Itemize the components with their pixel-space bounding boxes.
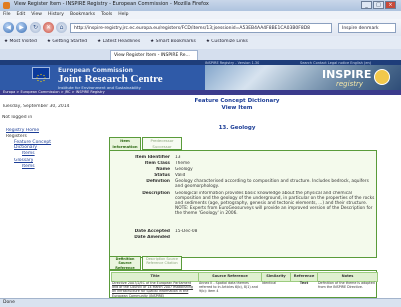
- field-value: Geology: [175, 167, 193, 172]
- inspire-emblem-icon: [374, 69, 390, 85]
- site-header: INSPIRE Registry - Version 1.30 Search C…: [0, 60, 401, 90]
- table-cell: Definition of the theme is adopted from …: [318, 281, 375, 290]
- item-heading: 13. Geology: [218, 125, 256, 131]
- field-label: Date Amended: [134, 235, 170, 240]
- table-cell: [291, 281, 316, 298]
- table-cell: Identical: [262, 281, 277, 285]
- page-subtitle: View Item: [221, 105, 253, 111]
- reload-icon[interactable]: ↻: [30, 22, 41, 33]
- menu-item-tools[interactable]: Tools: [101, 12, 112, 17]
- navigation-toolbar: ◀ ▶ ↻ ✕ ⌂ http://inspire-registry.jrc.ec…: [0, 19, 401, 36]
- sidebar-item-fcd-items[interactable]: Items: [22, 151, 35, 156]
- field-value: 13: [175, 155, 181, 160]
- tab-description-source[interactable]: Description Source Reference Citation: [142, 256, 182, 270]
- header-top-strip: INSPIRE Registry - Version 1.30 Search C…: [0, 60, 401, 65]
- item-details-panel: Item Identifier 13 Item Class Theme Name…: [109, 150, 377, 258]
- back-icon[interactable]: ◀: [3, 22, 14, 33]
- tab-definition-source[interactable]: Definition Source Reference Citation: [109, 256, 141, 274]
- breadcrumb[interactable]: Europa > European Commission > JRC > INS…: [0, 90, 401, 95]
- jrc-title: Joint Research Centre: [58, 73, 163, 85]
- registry-home-link[interactable]: Registry Home: [6, 128, 39, 133]
- window-titlebar: View Register Item - INSPIRE Registry - …: [0, 0, 401, 11]
- menu-item-history[interactable]: History: [48, 12, 64, 17]
- bookmarks-toolbar: ★ Most Visited ★ Getting Started ★ Latest …: [0, 36, 401, 49]
- sidebar: Tuesday, September 30, 2014 Not logged i…: [2, 98, 70, 218]
- current-date: Tuesday, September 30, 2014: [2, 104, 70, 109]
- field-label: Description: [142, 191, 170, 196]
- field-value: Theme: [175, 161, 190, 166]
- field-value: Geological information provides basic kn…: [175, 191, 375, 216]
- bookmark-items: ★ Most Visited ★ Getting Started ★ Latest …: [4, 39, 258, 44]
- minimize-button[interactable]: _: [361, 1, 372, 9]
- field-label: Status: [154, 173, 170, 178]
- field-label: Item Identifier: [135, 155, 170, 160]
- menu-item-bookmarks[interactable]: Bookmarks: [70, 12, 95, 17]
- sidebar-item-fcd[interactable]: Feature Concept Dictionary: [14, 140, 60, 150]
- field-value: Valid: [175, 173, 186, 178]
- bookmark-item[interactable]: ★ Getting Started: [47, 39, 87, 44]
- table-cell: Annex II - Spatial data themes referred …: [199, 281, 258, 294]
- address-bar[interactable]: http://inspire-registry.jrc.ec.europa.eu…: [70, 23, 332, 33]
- registers-heading: Registers: [6, 134, 27, 139]
- menu-item-edit[interactable]: Edit: [17, 12, 26, 17]
- tab-predecessor-successor[interactable]: Predecessor Successor: [142, 137, 182, 150]
- field-label: Item Class: [144, 161, 170, 166]
- login-status: Not logged in: [2, 115, 33, 120]
- field-value: 15-Dec-08: [175, 229, 198, 234]
- header-top-links[interactable]: Search Contact Legal notice English (en): [300, 61, 371, 65]
- field-label: Date Accepted: [134, 229, 170, 234]
- sidebar-item-glossary-items[interactable]: Items: [22, 164, 35, 169]
- browser-tab-active[interactable]: View Register Item - INSPIRE Re...: [110, 50, 198, 60]
- firefox-icon: [3, 2, 10, 9]
- field-label: Name: [156, 167, 170, 172]
- forward-icon[interactable]: ▶: [16, 22, 27, 33]
- reference-title-link[interactable]: Directive 2007/2/EC of the European Parl…: [112, 281, 197, 298]
- window-title: View Register Item - INSPIRE Registry - …: [14, 1, 209, 7]
- bookmark-item[interactable]: ★ Customize Links: [206, 39, 248, 44]
- main-content: Feature Concept Dictionary View Item 13.…: [82, 98, 392, 298]
- bookmark-item[interactable]: ★ Smart Bookmarks: [150, 39, 196, 44]
- stop-icon[interactable]: ✕: [43, 22, 54, 33]
- field-value: Geology characterised according to compo…: [175, 179, 369, 189]
- menu-item-help[interactable]: Help: [118, 12, 128, 17]
- maximize-button[interactable]: □: [373, 1, 384, 9]
- menu-bar: File Edit View History Bookmarks Tools Help: [0, 11, 401, 19]
- bookmark-item[interactable]: ★ Latest Headlines: [97, 39, 140, 44]
- eu-flag-logo: [32, 67, 50, 83]
- sidebar-item-glossary[interactable]: Glossary: [14, 158, 33, 163]
- search-input[interactable]: Inspire denmark: [338, 23, 396, 33]
- close-button[interactable]: ×: [385, 1, 396, 9]
- registry-version: INSPIRE Registry - Version 1.30: [205, 60, 260, 65]
- reference-table: Title Source Reference Similarity Refere…: [109, 270, 378, 298]
- home-icon[interactable]: ⌂: [56, 22, 67, 33]
- menu-items: File Edit View History Bookmarks Tools Help: [3, 12, 134, 17]
- bookmark-item[interactable]: ★ Most Visited: [4, 39, 37, 44]
- tab-item-information[interactable]: Item Information: [109, 137, 141, 150]
- menu-item-view[interactable]: View: [31, 12, 42, 17]
- status-bar: Done: [0, 298, 401, 307]
- registry-logo-text: registry: [336, 80, 363, 88]
- tab-bar: View Register Item - INSPIRE Re...: [0, 49, 401, 60]
- menu-item-file[interactable]: File: [3, 12, 11, 17]
- page-title: Feature Concept Dictionary: [194, 98, 280, 104]
- field-label: Definition: [146, 179, 170, 184]
